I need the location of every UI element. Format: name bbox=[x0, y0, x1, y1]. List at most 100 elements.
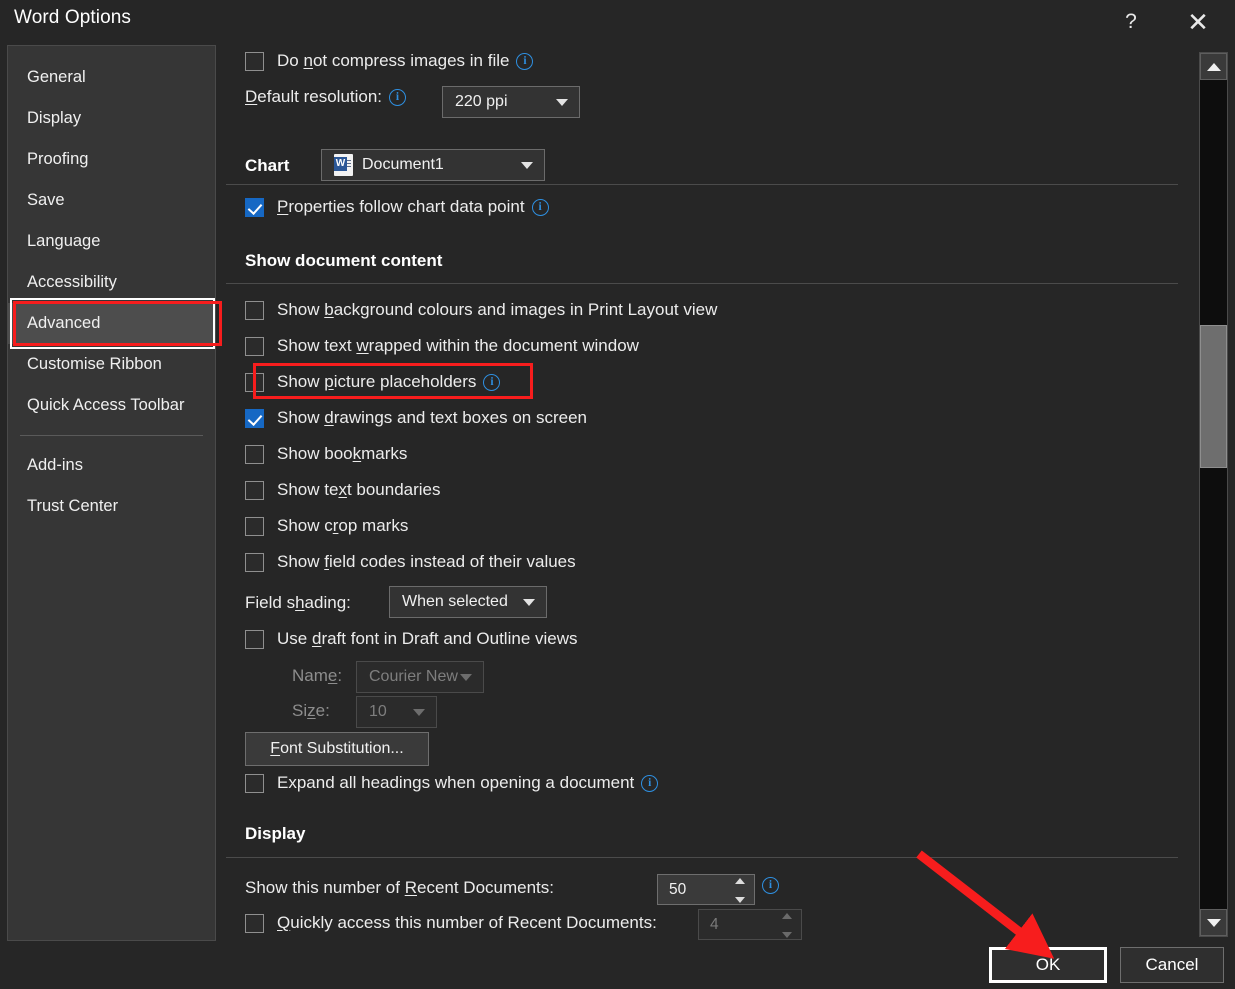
properties-follow-chart-data-point-checkbox[interactable] bbox=[245, 198, 264, 217]
field-shading-label: Field shading: bbox=[245, 593, 351, 613]
stepper-down-icon[interactable] bbox=[735, 897, 745, 903]
stepper-up-icon[interactable] bbox=[735, 878, 745, 884]
draft-font-name-value: Courier New bbox=[369, 668, 458, 686]
close-icon[interactable]: ✕ bbox=[1175, 0, 1221, 44]
show-picture-placeholders-row[interactable]: Show picture placeholders i bbox=[245, 372, 500, 392]
use-draft-font-row[interactable]: Use draft font in Draft and Outline view… bbox=[245, 629, 578, 649]
display-section-heading: Display bbox=[245, 824, 305, 844]
info-icon[interactable]: i bbox=[389, 89, 406, 106]
chevron-down-icon bbox=[521, 162, 533, 169]
sidebar-item-proofing[interactable]: Proofing bbox=[8, 139, 215, 180]
sidebar-item-save[interactable]: Save bbox=[8, 180, 215, 221]
vertical-scrollbar[interactable] bbox=[1199, 52, 1228, 937]
stepper-arrows[interactable] bbox=[780, 913, 794, 938]
sidebar-item-language[interactable]: Language bbox=[8, 221, 215, 262]
use-draft-font-checkbox[interactable] bbox=[245, 630, 264, 649]
show-bookmarks-row[interactable]: Show bookmarks bbox=[245, 444, 407, 464]
show-bookmarks-checkbox[interactable] bbox=[245, 445, 264, 464]
show-crop-marks-row[interactable]: Show crop marks bbox=[245, 516, 408, 536]
sidebar-item-display[interactable]: Display bbox=[8, 98, 215, 139]
show-field-codes-checkbox[interactable] bbox=[245, 553, 264, 572]
caret-down-icon bbox=[1207, 919, 1221, 927]
draft-font-size-dropdown[interactable]: 10 bbox=[356, 696, 437, 728]
properties-follow-chart-data-point-label: Properties follow chart data point bbox=[277, 197, 525, 217]
sidebar-item-label: Add-ins bbox=[27, 456, 83, 475]
show-text-wrapped-row[interactable]: Show text wrapped within the document wi… bbox=[245, 336, 639, 356]
draft-font-name-row: Name: bbox=[292, 666, 342, 686]
do-not-compress-images-label: Do not compress images in file bbox=[277, 51, 509, 71]
help-icon[interactable]: ? bbox=[1108, 0, 1154, 44]
expand-all-headings-checkbox[interactable] bbox=[245, 774, 264, 793]
info-icon[interactable]: i bbox=[532, 199, 549, 216]
chart-document-value: Document1 bbox=[362, 156, 444, 174]
scrollbar-thumb[interactable] bbox=[1200, 325, 1227, 468]
draft-font-size-label: Size: bbox=[292, 701, 330, 721]
show-drawings-checkbox[interactable] bbox=[245, 409, 264, 428]
show-picture-placeholders-checkbox[interactable] bbox=[245, 373, 264, 392]
sidebar-item-customise-ribbon[interactable]: Customise Ribbon bbox=[8, 344, 215, 385]
show-text-boundaries-label: Show text boundaries bbox=[277, 480, 441, 500]
stepper-arrows[interactable] bbox=[733, 878, 747, 903]
info-icon[interactable]: i bbox=[516, 53, 533, 70]
sidebar-item-accessibility[interactable]: Accessibility bbox=[8, 262, 215, 303]
sidebar-item-advanced[interactable]: Advanced bbox=[8, 303, 215, 344]
show-field-codes-label: Show field codes instead of their values bbox=[277, 552, 576, 572]
do-not-compress-images-checkbox-row[interactable]: Do not compress images in file i bbox=[245, 51, 533, 71]
recent-documents-stepper[interactable]: 50 bbox=[657, 874, 755, 905]
show-background-colours-row[interactable]: Show background colours and images in Pr… bbox=[245, 300, 717, 320]
sidebar-item-add-ins[interactable]: Add-ins bbox=[8, 445, 215, 486]
show-text-boundaries-checkbox[interactable] bbox=[245, 481, 264, 500]
show-text-boundaries-row[interactable]: Show text boundaries bbox=[245, 480, 441, 500]
sidebar-item-label: Accessibility bbox=[27, 273, 117, 292]
info-icon[interactable]: i bbox=[762, 877, 779, 894]
scroll-down-button[interactable] bbox=[1200, 909, 1227, 936]
show-picture-placeholders-label: Show picture placeholders bbox=[277, 372, 476, 392]
do-not-compress-images-checkbox[interactable] bbox=[245, 52, 264, 71]
default-resolution-value: 220 ppi bbox=[455, 93, 508, 111]
stepper-down-icon[interactable] bbox=[782, 932, 792, 938]
show-text-wrapped-label: Show text wrapped within the document wi… bbox=[277, 336, 639, 356]
caret-up-icon bbox=[1207, 63, 1221, 71]
sidebar-item-trust-center[interactable]: Trust Center bbox=[8, 486, 215, 527]
show-drawings-row[interactable]: Show drawings and text boxes on screen bbox=[245, 408, 587, 428]
sidebar-item-label: Customise Ribbon bbox=[27, 355, 162, 374]
scroll-up-button[interactable] bbox=[1200, 53, 1227, 80]
sidebar-item-label: Save bbox=[27, 191, 65, 210]
default-resolution-row: Default resolution: i bbox=[245, 87, 406, 107]
properties-follow-chart-data-point-row[interactable]: Properties follow chart data point i bbox=[245, 197, 549, 217]
font-substitution-button[interactable]: Font Substitution... bbox=[245, 732, 429, 766]
recent-documents-row: Show this number of Recent Documents: bbox=[245, 878, 554, 898]
default-resolution-label: Default resolution: bbox=[245, 87, 382, 107]
field-shading-value: When selected bbox=[402, 593, 508, 611]
chart-section-label: Chart bbox=[245, 156, 289, 176]
use-draft-font-label: Use draft font in Draft and Outline view… bbox=[277, 629, 578, 649]
show-crop-marks-checkbox[interactable] bbox=[245, 517, 264, 536]
draft-font-size-row: Size: bbox=[292, 701, 330, 721]
chart-document-dropdown[interactable]: Document1 bbox=[321, 149, 545, 181]
sidebar-item-label: Language bbox=[27, 232, 100, 251]
quick-access-recent-documents-stepper[interactable]: 4 bbox=[698, 909, 802, 940]
show-field-codes-row[interactable]: Show field codes instead of their values bbox=[245, 552, 576, 572]
sidebar-item-quick-access-toolbar[interactable]: Quick Access Toolbar bbox=[8, 385, 215, 426]
show-background-colours-label: Show background colours and images in Pr… bbox=[277, 300, 717, 320]
recent-documents-value: 50 bbox=[669, 881, 686, 899]
info-icon[interactable]: i bbox=[483, 374, 500, 391]
options-content-panel: Do not compress images in file i Default… bbox=[226, 45, 1189, 941]
sidebar-item-general[interactable]: General bbox=[8, 57, 215, 98]
show-background-colours-checkbox[interactable] bbox=[245, 301, 264, 320]
ok-button-label: OK bbox=[1036, 955, 1061, 975]
sidebar-item-label: Quick Access Toolbar bbox=[27, 396, 184, 415]
quick-access-recent-documents-checkbox[interactable] bbox=[245, 914, 264, 933]
draft-font-name-label: Name: bbox=[292, 666, 342, 686]
field-shading-dropdown[interactable]: When selected bbox=[389, 586, 547, 618]
stepper-up-icon[interactable] bbox=[782, 913, 792, 919]
quick-access-recent-documents-row[interactable]: Quickly access this number of Recent Doc… bbox=[245, 913, 657, 933]
draft-font-name-dropdown[interactable]: Courier New bbox=[356, 661, 484, 693]
default-resolution-dropdown[interactable]: 220 ppi bbox=[442, 86, 580, 118]
show-text-wrapped-checkbox[interactable] bbox=[245, 337, 264, 356]
info-icon[interactable]: i bbox=[641, 775, 658, 792]
cancel-button[interactable]: Cancel bbox=[1120, 947, 1224, 983]
ok-button[interactable]: OK bbox=[989, 947, 1107, 983]
sidebar-item-label: Display bbox=[27, 109, 81, 128]
expand-all-headings-row[interactable]: Expand all headings when opening a docum… bbox=[245, 773, 658, 793]
